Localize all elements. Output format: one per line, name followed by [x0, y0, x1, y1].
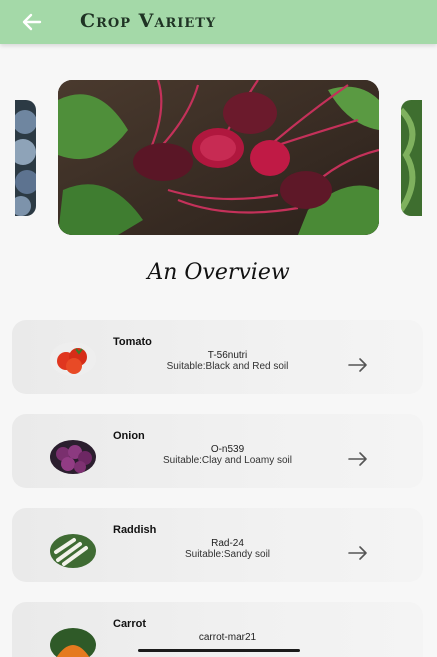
crop-card-onion[interactable]: Onion O-n539 Suitable:Clay and Loamy soi…	[12, 414, 423, 488]
leafy-greens-image	[401, 100, 422, 216]
crop-card-tomato[interactable]: Tomato T-56nutri Suitable:Black and Red …	[12, 320, 423, 394]
arrow-left-icon	[22, 13, 42, 31]
arrow-right-icon[interactable]	[348, 545, 368, 561]
page-title: Crop Variety	[80, 10, 217, 32]
image-carousel[interactable]	[0, 80, 437, 236]
crop-name: Onion	[113, 430, 145, 442]
crop-name: Carrot	[113, 618, 147, 630]
crop-name: Tomato	[113, 336, 152, 348]
section-title: An Overview	[147, 260, 290, 285]
arrow-right-icon[interactable]	[348, 357, 368, 373]
arrow-right-icon[interactable]	[348, 451, 368, 467]
crop-name: Raddish	[113, 524, 157, 536]
crop-variety-code: carrot-mar21	[198, 632, 257, 643]
carousel-slide-previous[interactable]	[15, 100, 36, 216]
carousel-slide-next[interactable]	[401, 100, 422, 216]
plums-image	[15, 100, 36, 216]
carousel-slide-active[interactable]	[58, 80, 379, 235]
home-indicator	[138, 649, 300, 652]
crop-card-raddish[interactable]: Raddish Rad-24 Suitable:Sandy soil	[12, 508, 423, 582]
app-bar: Crop Variety	[0, 0, 437, 44]
beetroot-image	[58, 80, 379, 235]
back-button[interactable]	[20, 11, 44, 33]
